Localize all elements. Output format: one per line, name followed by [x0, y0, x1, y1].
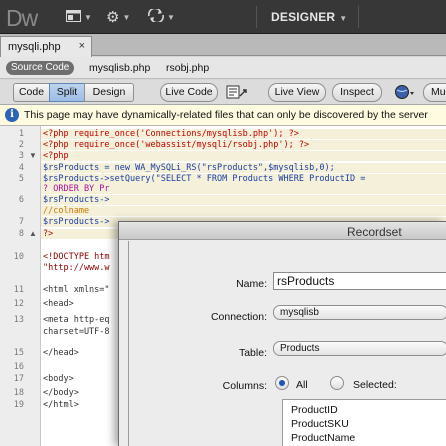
related-files-bar: Source Code mysqlisb.php rsobj.php: [0, 57, 446, 79]
close-icon[interactable]: ×: [79, 40, 85, 52]
site-sync-menu[interactable]: ▼: [148, 7, 175, 25]
code-line: $rsProducts->: [41, 195, 446, 205]
application-bar: Dw ▼ ⚙ ▼ ▼ DESIGNER ▼: [0, 0, 446, 34]
selected-label: Selected:: [353, 379, 397, 391]
line-number: 10: [13, 252, 24, 262]
related-file-rsobj[interactable]: rsobj.php: [166, 62, 209, 74]
line-number: 3: [18, 151, 24, 161]
list-item[interactable]: ProductID: [291, 404, 338, 416]
line-number: 8: [18, 229, 24, 239]
line-number: 5: [18, 174, 24, 184]
line-number: 2: [18, 140, 24, 150]
code-line: <meta http-eq: [43, 315, 110, 325]
recordset-dialog: Recordset Name: rsProducts Connection: m…: [118, 221, 446, 446]
code-line: <?php: [41, 151, 446, 161]
code-line: </head>: [43, 348, 79, 358]
workspace-switcher[interactable]: DESIGNER ▼: [271, 10, 347, 24]
line-number: 11: [13, 285, 24, 295]
code-line: <!DOCTYPE htm: [43, 252, 110, 262]
line-number: 4: [18, 163, 24, 173]
all-label: All: [296, 379, 308, 391]
table-value: Products: [280, 343, 320, 354]
document-toolbar: Code Split Design Live Code Live View In…: [0, 80, 446, 105]
divider: [358, 6, 359, 28]
code-line: <head>: [43, 299, 74, 309]
tab-mysqli-php[interactable]: mysqli.php ×: [0, 36, 92, 57]
connection-select[interactable]: mysqlisb: [273, 305, 446, 320]
connection-value: mysqlisb: [280, 307, 319, 318]
line-number-gutter: 1 2 3 ▼ 4 5 6 7 8 ▲ 10 11 12 13 15 16 17…: [0, 126, 41, 446]
dialog-title: Recordset: [347, 225, 402, 239]
live-code-button[interactable]: Live Code: [160, 83, 218, 102]
columns-selected-radio[interactable]: [330, 376, 344, 390]
sync-icon: [148, 7, 164, 25]
code-line: </body>: [43, 388, 79, 398]
code-line: //colname: [41, 206, 446, 216]
name-label: Name:: [236, 278, 267, 290]
live-view-button[interactable]: Live View: [268, 83, 326, 102]
fold-arrow-icon[interactable]: ▲: [29, 229, 37, 238]
divider: [256, 6, 257, 28]
code-line: <?php require_once('webassist/mysqli/rso…: [41, 140, 446, 150]
chevron-down-icon: ▼: [84, 12, 92, 22]
chevron-down-icon: ▼: [339, 14, 348, 23]
multiscreen-button[interactable]: Mul: [423, 83, 446, 102]
chevron-down-icon: ▼: [122, 12, 131, 22]
line-number: 18: [13, 388, 24, 398]
info-message: This page may have dynamically-related f…: [24, 109, 428, 121]
chevron-down-icon: ▼: [167, 12, 175, 22]
line-number: 17: [13, 374, 24, 384]
info-bar: i This page may have dynamically-related…: [0, 105, 446, 126]
columns-all-radio[interactable]: [275, 376, 289, 390]
line-number: 19: [13, 400, 24, 410]
code-line: <html xmlns=": [43, 285, 110, 295]
related-file-mysqlisb[interactable]: mysqlisb.php: [89, 62, 150, 74]
tab-label: mysqli.php: [8, 41, 61, 53]
line-number: 13: [13, 315, 24, 325]
line-number: 7: [18, 217, 24, 227]
dialog-title-bar[interactable]: Recordset: [119, 222, 446, 240]
gear-icon: ⚙: [106, 9, 120, 26]
workspace-label: DESIGNER: [271, 10, 336, 24]
code-line: $rsProducts->setQuery("SELECT * FROM Pro…: [41, 174, 446, 184]
source-code-button[interactable]: Source Code: [6, 61, 75, 75]
code-line: charset=UTF-8: [43, 327, 110, 337]
layout-menu[interactable]: ▼: [66, 9, 92, 25]
file-management-icon[interactable]: [226, 84, 248, 101]
layout-icon: [66, 9, 81, 25]
code-view-button[interactable]: Code: [13, 83, 50, 102]
dialog-body: Name: rsProducts Connection: mysqlisb Ta…: [128, 241, 446, 446]
connection-label: Connection:: [210, 311, 267, 323]
dreamweaver-logo: Dw: [6, 5, 38, 31]
columns-label: Columns:: [222, 380, 267, 392]
table-label: Table:: [238, 347, 267, 359]
code-line: <body>: [43, 374, 74, 384]
split-view-button[interactable]: Split: [49, 83, 85, 102]
recordset-name-input[interactable]: rsProducts: [273, 272, 446, 290]
code-line: </html>: [43, 400, 79, 410]
list-item[interactable]: ProductSKU: [291, 418, 349, 430]
code-line: <?php require_once('Connections/mysqlisb…: [41, 129, 446, 139]
code-line: "http://www.w: [43, 263, 110, 273]
inspect-button[interactable]: Inspect: [332, 83, 382, 102]
fold-arrow-icon[interactable]: ▼: [29, 151, 37, 160]
info-icon: i: [5, 108, 19, 122]
columns-list[interactable]: ProductID ProductSKU ProductName: [282, 399, 446, 446]
list-item[interactable]: ProductName: [291, 432, 355, 444]
code-line: ? ORDER BY Pr: [41, 184, 446, 194]
table-select[interactable]: Products: [273, 341, 446, 356]
line-number: 15: [13, 348, 24, 358]
line-number: 1: [18, 129, 24, 139]
extend-menu[interactable]: ⚙ ▼: [106, 9, 131, 26]
code-line: $rsProducts = new WA_MySQLi_RS("rsProduc…: [41, 163, 446, 173]
document-tab-bar: mysqli.php ×: [0, 34, 446, 57]
line-number: 16: [13, 362, 24, 372]
line-number: 6: [18, 195, 24, 205]
browser-preview-icon[interactable]: [394, 84, 416, 101]
line-number: 12: [13, 299, 24, 309]
design-view-button[interactable]: Design: [84, 83, 134, 102]
